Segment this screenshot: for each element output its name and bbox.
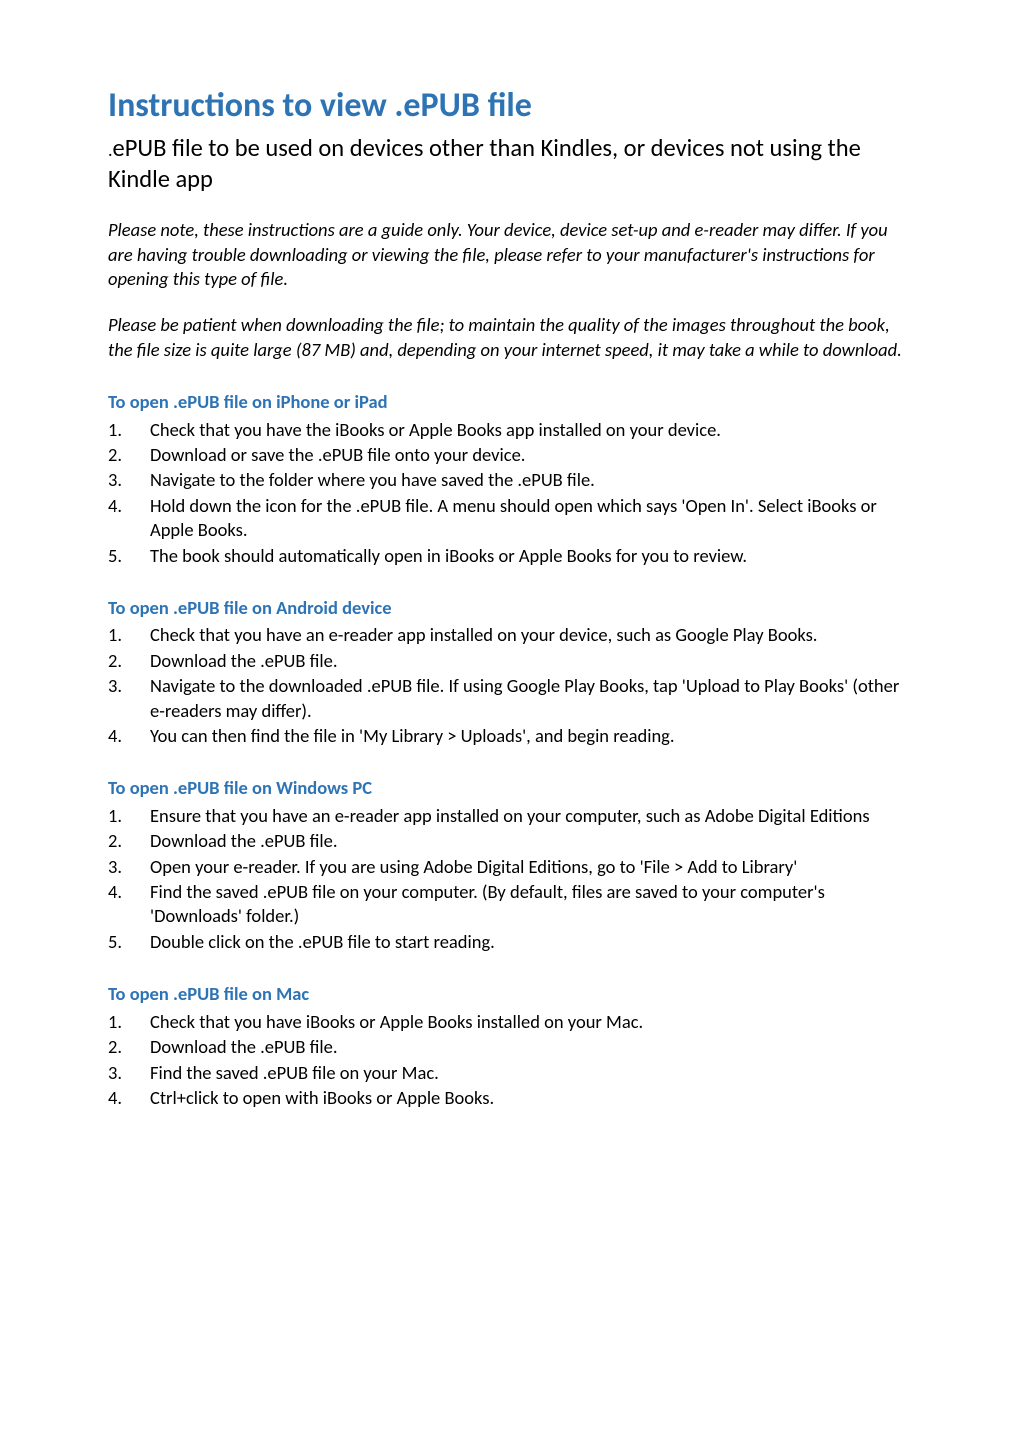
list-item: Check that you have an e-reader app inst… bbox=[108, 623, 912, 647]
list-item: Check that you have the iBooks or Apple … bbox=[108, 418, 912, 442]
note-filesize: Please be patient when downloading the f… bbox=[108, 313, 912, 362]
list-item: Ctrl+click to open with iBooks or Apple … bbox=[108, 1086, 912, 1110]
section-heading-mac: To open .ePUB file on Mac bbox=[108, 982, 912, 1006]
section-list-iphone: Check that you have the iBooks or Apple … bbox=[108, 418, 912, 568]
list-item: Download or save the .ePUB file onto you… bbox=[108, 443, 912, 467]
page-title: Instructions to view .ePUB file bbox=[108, 84, 912, 129]
section-list-mac: Check that you have iBooks or Apple Book… bbox=[108, 1010, 912, 1111]
list-item: Find the saved .ePUB file on your Mac. bbox=[108, 1061, 912, 1085]
list-item: Find the saved .ePUB file on your comput… bbox=[108, 880, 912, 929]
list-item: Ensure that you have an e-reader app ins… bbox=[108, 804, 912, 828]
list-item: Download the .ePUB file. bbox=[108, 1035, 912, 1059]
list-item: Download the .ePUB file. bbox=[108, 649, 912, 673]
section-list-android: Check that you have an e-reader app inst… bbox=[108, 623, 912, 748]
list-item: Check that you have iBooks or Apple Book… bbox=[108, 1010, 912, 1034]
section-list-windows: Ensure that you have an e-reader app ins… bbox=[108, 804, 912, 954]
list-item: Open your e-reader. If you are using Ado… bbox=[108, 855, 912, 879]
subtitle-text: ePUB file to be used on devices other th… bbox=[108, 133, 861, 194]
list-item: Navigate to the folder where you have sa… bbox=[108, 468, 912, 492]
note-guide: Please note, these instructions are a gu… bbox=[108, 218, 912, 291]
list-item: You can then find the file in 'My Librar… bbox=[108, 724, 912, 748]
list-item: Download the .ePUB file. bbox=[108, 829, 912, 853]
section-heading-iphone: To open .ePUB file on iPhone or iPad bbox=[108, 390, 912, 414]
section-heading-android: To open .ePUB file on Android device bbox=[108, 596, 912, 620]
list-item: The book should automatically open in iB… bbox=[108, 544, 912, 568]
section-heading-windows: To open .ePUB file on Windows PC bbox=[108, 776, 912, 800]
list-item: Double click on the .ePUB file to start … bbox=[108, 930, 912, 954]
page-subtitle: .ePUB file to be used on devices other t… bbox=[108, 133, 912, 194]
list-item: Hold down the icon for the .ePUB file. A… bbox=[108, 494, 912, 543]
list-item: Navigate to the downloaded .ePUB file. I… bbox=[108, 674, 912, 723]
